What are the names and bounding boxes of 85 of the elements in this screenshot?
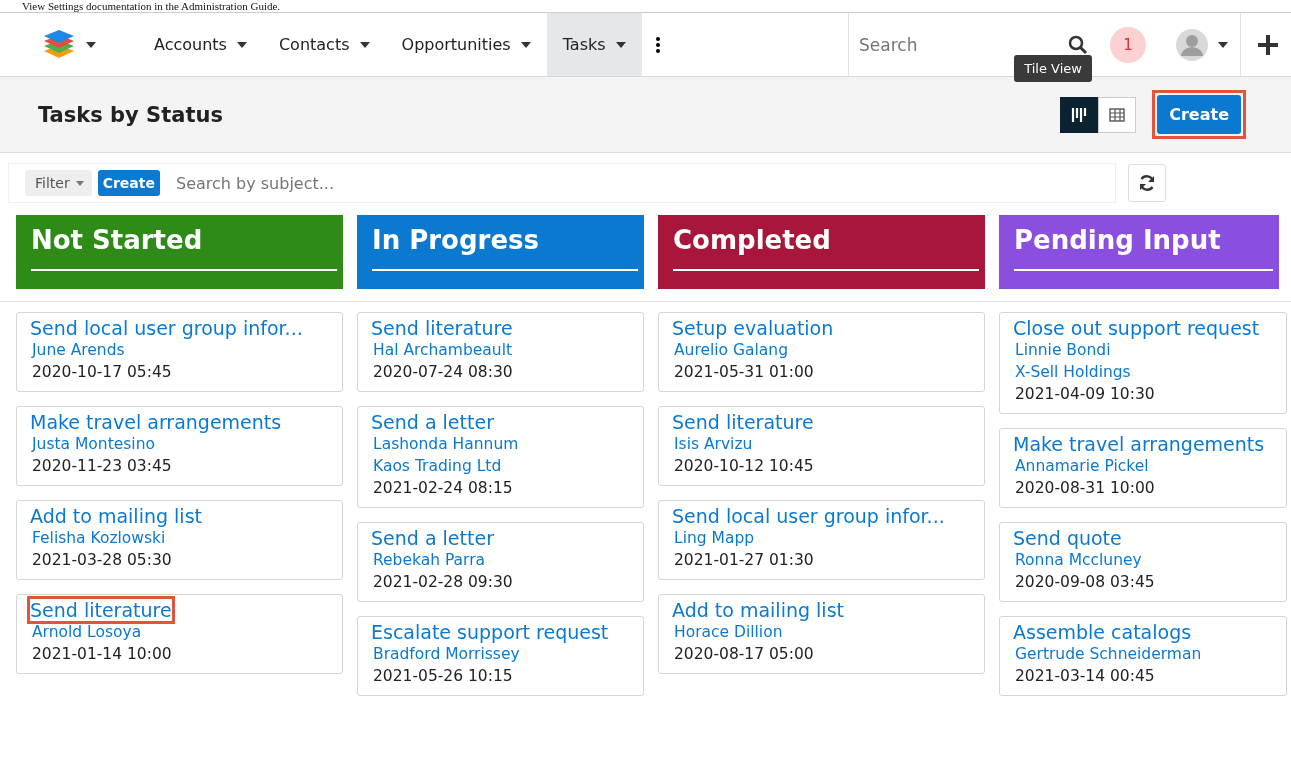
due-date: 2020-08-17 05:00 xyxy=(674,645,814,663)
caret-icon xyxy=(86,41,96,48)
related-record-link[interactable]: Annamarie Pickel xyxy=(1015,457,1149,475)
related-record-link[interactable]: Justa Montesino xyxy=(32,435,155,453)
column-title: Completed xyxy=(673,215,979,271)
column-title: Pending Input xyxy=(1014,215,1273,271)
caret-icon xyxy=(615,41,626,48)
task-subject-link[interactable]: Send local user group infor... xyxy=(672,505,945,527)
nav-tab[interactable]: Tasks xyxy=(546,13,642,76)
related-record-link[interactable]: Lashonda Hannum xyxy=(373,435,519,453)
due-date: 2021-05-26 10:15 xyxy=(373,667,513,685)
due-date: 2020-08-31 10:00 xyxy=(1015,479,1155,497)
table-icon xyxy=(1109,107,1126,122)
due-date: 2021-05-31 01:00 xyxy=(674,363,814,381)
avatar-icon xyxy=(1176,28,1208,61)
related-record-link[interactable]: Arnold Losoya xyxy=(32,623,142,641)
due-date: 2021-02-24 08:15 xyxy=(373,479,513,497)
related-record-link[interactable]: Gertrude Schneiderman xyxy=(1015,645,1202,663)
related-record-link[interactable]: Ronna Mccluney xyxy=(1015,551,1142,569)
refresh-icon xyxy=(1138,174,1156,192)
task-subject-link[interactable]: Assemble catalogs xyxy=(1013,621,1192,643)
related-record-link[interactable]: Aurelio Galang xyxy=(674,341,788,359)
caret-icon xyxy=(236,41,247,48)
due-date: 2021-04-09 10:30 xyxy=(1015,385,1155,403)
columns-icon xyxy=(1071,106,1088,123)
filter-search-bar[interactable]: Filter Create Search by subject... xyxy=(8,163,1116,203)
nav-tab[interactable]: Contacts xyxy=(262,13,386,76)
related-record-link[interactable]: Ling Mapp xyxy=(674,529,755,547)
due-date: 2021-01-27 01:30 xyxy=(674,551,814,569)
tooltip: Tile View xyxy=(1014,54,1092,82)
due-date: 2020-10-17 05:45 xyxy=(32,363,172,381)
task-subject-link[interactable]: Send a letter xyxy=(371,411,494,433)
task-subject-link[interactable]: Make travel arrangements xyxy=(1013,433,1265,455)
plus-icon xyxy=(1257,33,1279,56)
filter-dropdown[interactable]: Filter xyxy=(25,170,92,196)
due-date: 2021-01-14 10:00 xyxy=(32,645,172,663)
task-subject-link[interactable]: Escalate support request xyxy=(371,621,609,643)
task-subject-link[interactable]: Send local user group infor... xyxy=(30,317,303,339)
task-subject-link[interactable]: Make travel arrangements xyxy=(30,411,282,433)
task-subject-link[interactable]: Send literature xyxy=(371,317,513,339)
page-title: Tasks by Status xyxy=(38,102,224,127)
due-date: 2020-07-24 08:30 xyxy=(373,363,513,381)
related-record-link[interactable]: Linnie Bondi xyxy=(1015,341,1111,359)
tile-view-button[interactable] xyxy=(1060,96,1099,133)
layers-logo-icon xyxy=(42,28,76,61)
documentation-text: View Settings documentation in the Administration Guide. xyxy=(21,0,282,12)
notification-badge[interactable]: 1 xyxy=(1110,26,1146,63)
due-date: 2021-03-28 05:30 xyxy=(32,551,172,569)
caret-icon xyxy=(520,41,531,48)
logo-menu-button[interactable] xyxy=(42,28,96,61)
more-icon xyxy=(655,36,660,53)
related-record-link[interactable]: Isis Arvizu xyxy=(674,435,753,453)
column-title: Not Started xyxy=(31,215,337,271)
related-record-link[interactable]: Felisha Kozlowski xyxy=(32,529,166,547)
nav-tab[interactable]: Accounts xyxy=(138,13,263,76)
related-record-link[interactable]: X-Sell Holdings xyxy=(1015,363,1131,381)
due-date: 2020-11-23 03:45 xyxy=(32,457,172,475)
task-subject-link[interactable]: Send literature xyxy=(672,411,814,433)
task-subject-link[interactable]: Setup evaluation xyxy=(672,317,834,339)
task-subject-link[interactable]: Add to mailing list xyxy=(30,505,202,527)
column-title: In Progress xyxy=(372,215,638,271)
caret-icon xyxy=(75,180,84,186)
task-subject-link[interactable]: Send quote xyxy=(1013,527,1122,549)
due-date: 2021-02-28 09:30 xyxy=(373,573,513,591)
related-record-link[interactable]: Kaos Trading Ltd xyxy=(373,457,502,475)
user-menu-button[interactable] xyxy=(1176,13,1241,76)
caret-icon xyxy=(359,41,370,48)
list-view-button[interactable] xyxy=(1098,96,1137,133)
task-subject-link[interactable]: Add to mailing list xyxy=(672,599,844,621)
task-subject-link[interactable]: Send a letter xyxy=(371,527,494,549)
related-record-link[interactable]: Bradford Morrissey xyxy=(373,645,520,663)
create-button[interactable]: Create xyxy=(1157,95,1241,134)
search-icon xyxy=(1068,34,1088,55)
refresh-button[interactable] xyxy=(1128,164,1166,202)
related-record-link[interactable]: Horace Dillion xyxy=(674,623,783,641)
related-record-link[interactable]: June Arends xyxy=(32,341,125,359)
related-record-link[interactable]: Hal Archambeault xyxy=(373,341,513,359)
nav-tab[interactable]: Opportunities xyxy=(385,13,547,76)
due-date: 2021-03-14 00:45 xyxy=(1015,667,1155,685)
caret-icon xyxy=(1218,41,1228,48)
task-subject-link[interactable]: Close out support request xyxy=(1013,317,1260,339)
create-filter-button[interactable]: Create xyxy=(97,170,160,196)
related-record-link[interactable]: Rebekah Parra xyxy=(373,551,486,569)
due-date: 2020-09-08 03:45 xyxy=(1015,573,1155,591)
due-date: 2020-10-12 10:45 xyxy=(674,457,814,475)
